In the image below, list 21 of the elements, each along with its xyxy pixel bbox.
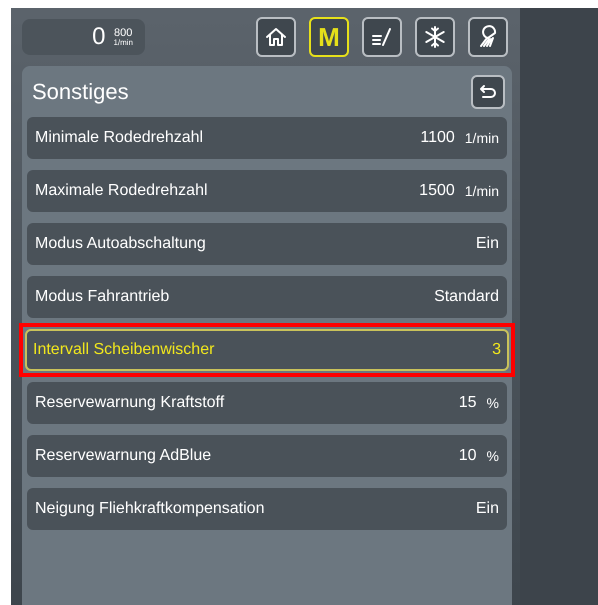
nav-tab[interactable]: M <box>309 17 349 57</box>
setting-row[interactable]: Modus Autoabschaltung Ein <box>27 223 507 265</box>
setting-row[interactable]: Intervall Scheibenwischer 3 <box>25 329 509 371</box>
nav-tab[interactable] <box>468 17 508 57</box>
setting-row[interactable]: Reservewarnung Kraftstoff 15 % <box>27 382 507 424</box>
setting-row[interactable]: Neigung Fliehkraftkompensation Ein <box>27 488 507 530</box>
snowflake-icon <box>423 25 447 49</box>
engine-speed-unit: 1/min <box>113 38 133 46</box>
engine-speed-limit: 800 <box>114 28 132 38</box>
setting-row[interactable]: Maximale Rodedrehzahl 1500 1/min <box>27 170 507 212</box>
setting-row[interactable]: Minimale Rodedrehzahl 1100 1/min <box>27 117 507 159</box>
back-button[interactable] <box>471 74 505 108</box>
nav-tab[interactable] <box>362 17 402 57</box>
engine-speed-value: 0 <box>92 22 106 52</box>
edit-list-icon <box>370 25 394 49</box>
panel-title: Sonstiges <box>32 78 129 106</box>
home-icon <box>264 25 288 49</box>
setting-row[interactable]: Modus Fahrantrieb Standard <box>27 276 507 318</box>
setting-row[interactable]: Reservewarnung AdBlue 10 % <box>27 435 507 477</box>
nav-tab[interactable] <box>415 17 455 57</box>
nav-tab[interactable] <box>256 17 296 57</box>
